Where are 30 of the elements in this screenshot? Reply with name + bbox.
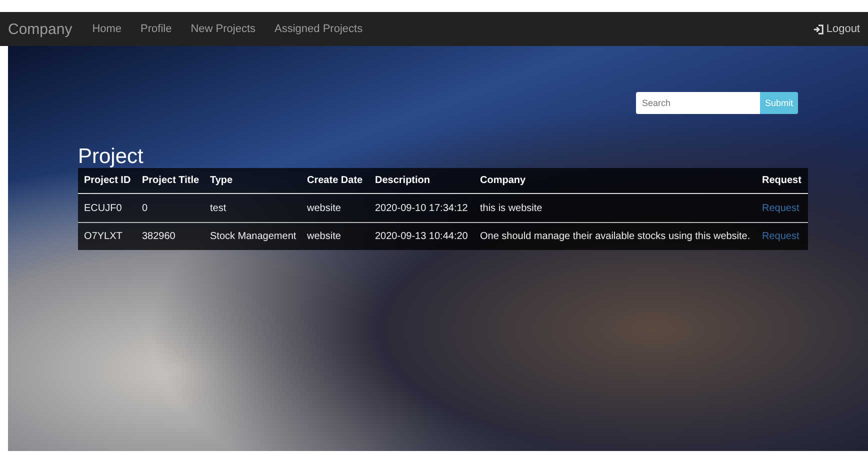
table-cell-text: O7YLXT (84, 231, 124, 242)
request-link[interactable]: Request (762, 231, 800, 242)
request-link[interactable]: Request (762, 202, 800, 214)
column-header: Project ID (84, 175, 132, 186)
table-cell-text: Stock Management (210, 231, 298, 242)
table-cell-text: One should manage their available stocks using this website. (480, 231, 752, 242)
column-header: Company (480, 175, 527, 186)
brand-link[interactable]: Company (8, 20, 72, 38)
table-cell-text: website (307, 231, 342, 242)
page-heading: Project (78, 146, 144, 168)
table-cell-text: ECUJF0 (84, 202, 123, 214)
table-cell-text: 2020-09-10 17:34:12 (375, 202, 469, 214)
nav-link[interactable]: Profile (140, 23, 172, 35)
table-cell-text: test (210, 202, 228, 214)
column-header: Project Title (142, 175, 200, 186)
nav-link[interactable]: Assigned Projects (274, 23, 363, 35)
column-header: Description (375, 175, 432, 186)
table-cell-text: website (307, 202, 342, 214)
table-cell-text: this is website (480, 202, 544, 214)
table-cell-text: 0 (142, 202, 149, 214)
column-header: Request (762, 175, 802, 186)
nav-link[interactable]: Home (92, 23, 122, 35)
search-field[interactable]: Search (636, 92, 760, 114)
column-header: Type (210, 175, 234, 186)
table-cell-text: 2020-09-13 10:44:20 (375, 231, 469, 242)
column-header: Create Date (307, 175, 364, 186)
logout-icon (813, 24, 824, 34)
logout-link[interactable]: Logout (813, 23, 860, 35)
nav-link[interactable]: New Projects (190, 23, 256, 35)
table-cell-text: 382960 (142, 231, 176, 242)
